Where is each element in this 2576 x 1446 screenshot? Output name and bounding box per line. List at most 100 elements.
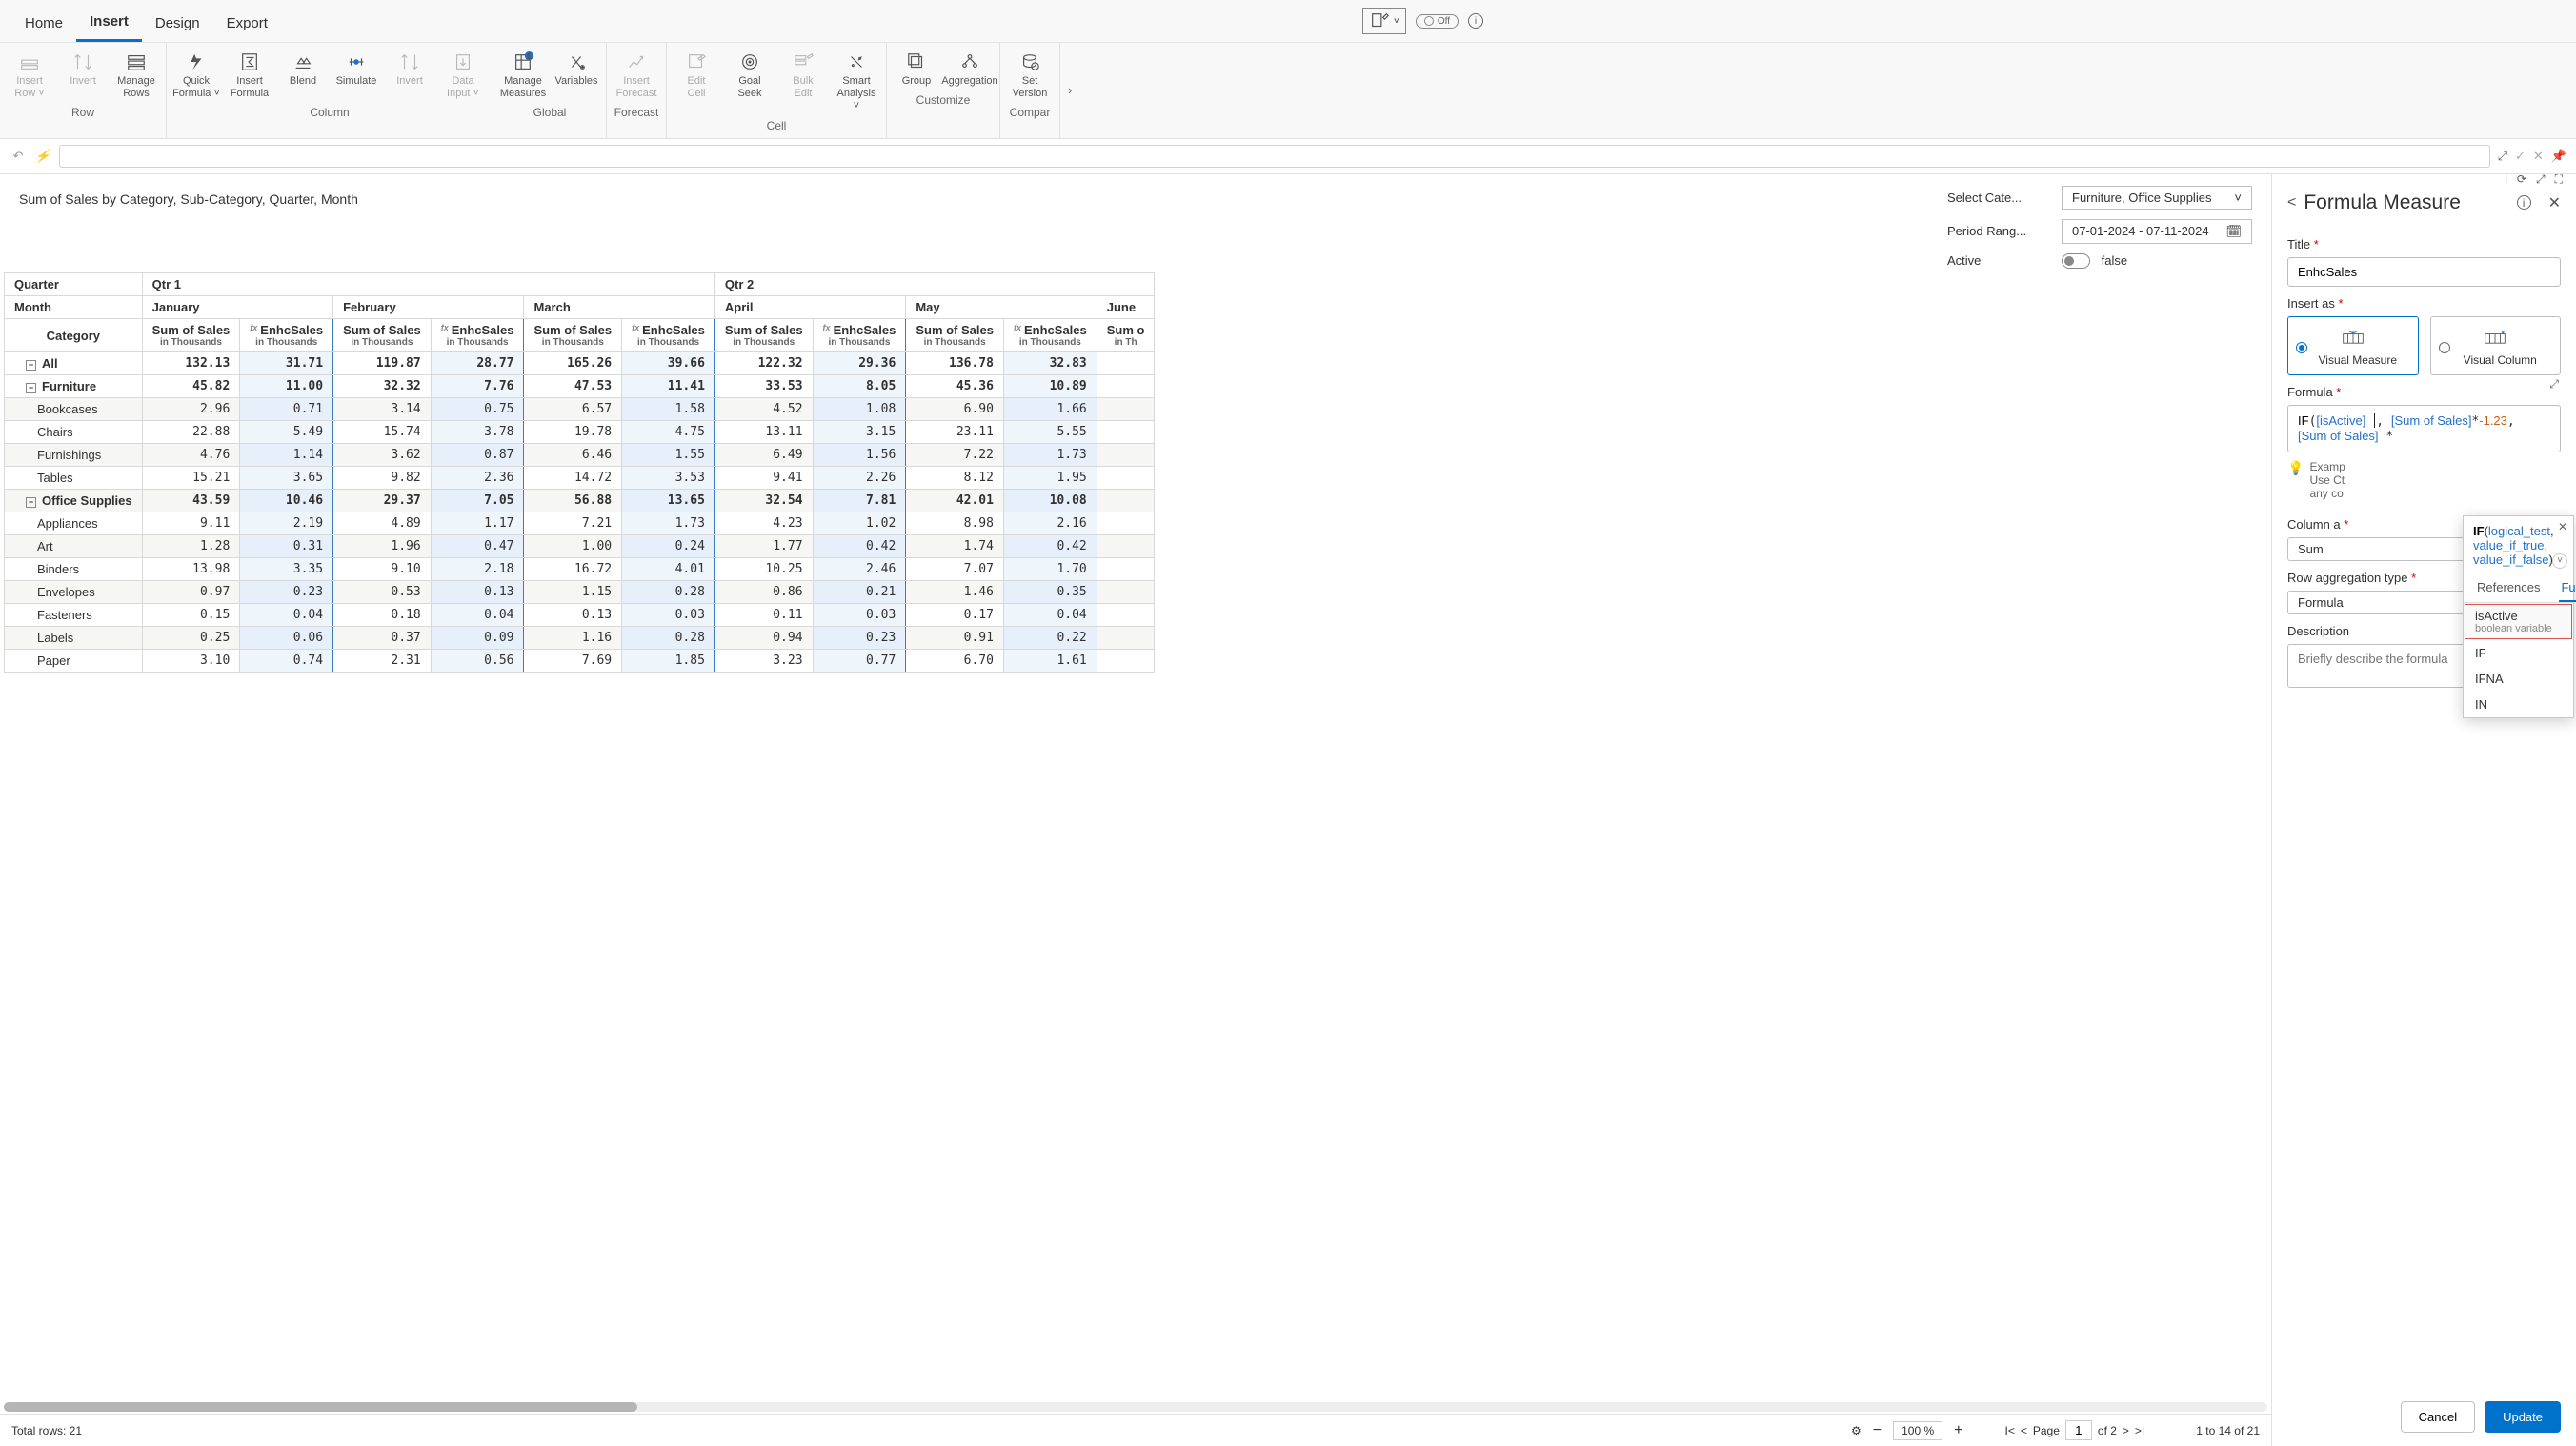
panel-close-icon[interactable]: ✕ — [2548, 193, 2561, 212]
table-row[interactable]: −All132.1331.71119.8728.77165.2639.66122… — [5, 352, 1155, 375]
title-input[interactable] — [2287, 257, 2561, 287]
ac-item-ifna[interactable]: IFNA — [2464, 666, 2573, 692]
filter-active-label: Active — [1947, 253, 2043, 268]
formula-cursor — [2374, 413, 2375, 428]
visual-measure-radio — [2296, 342, 2307, 353]
sig-p3: value_if_false — [2473, 552, 2549, 567]
filter-category-value: Furniture, Office Supplies — [2072, 191, 2211, 205]
ribbon-manage-measures[interactable]: 1ManageMeasures — [497, 49, 549, 102]
ribbon-aggregation[interactable]: Aggregation — [944, 49, 996, 90]
filter-range-picker[interactable]: 07-01-2024 - 07-11-2024 🗓 — [2062, 219, 2252, 244]
table-row[interactable]: Fasteners0.150.040.180.040.130.030.110.0… — [5, 604, 1155, 627]
edit-mode-dropdown[interactable]: ˅ — [1362, 8, 1406, 34]
table-row[interactable]: Furnishings4.761.143.620.876.461.556.491… — [5, 444, 1155, 467]
ribbon-blend[interactable]: Blend — [277, 49, 329, 102]
table-row[interactable]: Art1.280.311.960.471.000.241.770.421.740… — [5, 535, 1155, 558]
table-row[interactable]: Chairs22.885.4915.743.7819.784.7513.113.… — [5, 421, 1155, 444]
formula-expand-icon[interactable]: ⤢ — [2547, 375, 2561, 393]
table-row[interactable]: Envelopes0.970.230.530.131.150.280.860.2… — [5, 581, 1155, 604]
ac-list: isActiveboolean variableIFIFNAIN — [2464, 603, 2573, 717]
panel-back-icon[interactable]: < — [2287, 194, 2296, 211]
panel-maximize-icon[interactable]: ⛶ — [2555, 174, 2563, 187]
page-input[interactable] — [2065, 1420, 2092, 1440]
pin-icon[interactable]: 📌 — [2551, 149, 2566, 164]
filter-range-label: Period Rang... — [1947, 224, 2043, 238]
table-row[interactable]: −Office Supplies43.5910.4629.377.0556.88… — [5, 490, 1155, 512]
formula-bar-input[interactable] — [59, 145, 2490, 168]
panel-refresh-icon[interactable]: ⟳ — [2517, 174, 2526, 187]
status-bar: Total rows: 21 ⚙ − 100 % + I< < Page of … — [0, 1414, 2271, 1446]
panel-title-info-icon[interactable]: i — [2517, 195, 2531, 210]
first-page-icon[interactable]: I< — [2005, 1424, 2015, 1437]
update-button[interactable]: Update — [2485, 1401, 2561, 1433]
table-row[interactable]: Binders13.983.359.102.1816.724.0110.252.… — [5, 558, 1155, 581]
off-pill[interactable]: Off — [1416, 14, 1459, 29]
table-row[interactable]: Labels0.250.060.370.091.160.280.940.230.… — [5, 627, 1155, 650]
ribbon-bulk-edit: BulkEdit — [777, 49, 829, 115]
visual-measure-option[interactable]: Visual Measure — [2287, 316, 2419, 375]
filter-category-dropdown[interactable]: Furniture, Office Supplies ˅ — [2062, 186, 2252, 210]
hint1: Examp — [2309, 460, 2345, 473]
ribbon-smart[interactable]: SmartAnalysis ˅ — [831, 49, 882, 115]
ribbon-set-version[interactable]: SetVersion — [1004, 49, 1056, 102]
ribbon-insert-formula[interactable]: InsertFormula — [224, 49, 275, 102]
last-page-icon[interactable]: >I — [2135, 1424, 2144, 1437]
ribbon-quick-formula[interactable]: QuickFormula ˅ — [171, 49, 222, 102]
ribbon-manage-rows[interactable]: ManageRows — [111, 49, 162, 102]
settings-icon[interactable]: ⚙ — [1851, 1424, 1862, 1437]
table-row[interactable]: Bookcases2.960.713.140.756.571.584.521.0… — [5, 398, 1155, 421]
ribbon-group[interactable]: Group — [891, 49, 942, 90]
ac-item-in[interactable]: IN — [2464, 692, 2573, 717]
tab-export[interactable]: Export — [213, 8, 281, 41]
active-toggle[interactable] — [2062, 253, 2090, 269]
zoom-level[interactable]: 100 % — [1893, 1421, 1942, 1440]
prev-page-icon[interactable]: < — [2021, 1424, 2027, 1437]
undo-icon[interactable]: ↶ — [10, 149, 27, 164]
panel-info-icon[interactable]: i — [2505, 174, 2507, 187]
ac-close-icon[interactable]: ✕ — [2558, 520, 2567, 533]
table-row[interactable]: Paper3.100.742.310.567.691.853.230.776.7… — [5, 650, 1155, 673]
data-grid[interactable]: QuarterQtr 1Qtr 2MonthJanuaryFebruaryMar… — [4, 272, 1155, 673]
autocomplete-popup: ✕ IF(logical_test, value_if_true,value_i… — [2463, 515, 2574, 718]
formula-input[interactable]: IF([isActive] , [Sum of Sales]*-1.23, [S… — [2287, 405, 2561, 452]
zoom-out[interactable]: − — [1873, 1422, 1882, 1439]
ac-item-isactive[interactable]: isActiveboolean variable — [2464, 603, 2573, 640]
page-label: Page — [2033, 1424, 2060, 1437]
confirm-icon[interactable]: ✓ — [2515, 149, 2526, 164]
ribbon-simulate[interactable]: Simulate — [331, 49, 382, 102]
ac-item-if[interactable]: IF — [2464, 640, 2573, 666]
tab-design[interactable]: Design — [142, 8, 213, 41]
visual-column-option[interactable]: Visual Column — [2430, 316, 2562, 375]
info-icon[interactable]: i — [1468, 13, 1483, 29]
horizontal-scrollbar[interactable] — [4, 1402, 2267, 1412]
hint3: any co — [2309, 487, 2343, 500]
expand-icon[interactable]: ⤢ — [2498, 149, 2507, 164]
table-row[interactable]: −Furniture45.8211.0032.327.7647.5311.413… — [5, 375, 1155, 398]
svg-text:1: 1 — [527, 51, 531, 60]
tab-insert[interactable]: Insert — [76, 6, 142, 42]
ac-tab-references[interactable]: References — [2475, 572, 2542, 602]
ribbon-scroll-right[interactable]: › — [1060, 43, 1079, 138]
ribbon-invert: Invert — [384, 49, 435, 102]
title-label: Title — [2287, 237, 2561, 251]
row-range: 1 to 14 of 21 — [2196, 1424, 2260, 1437]
formula-hint: 💡 Examp Use Ct any co — [2287, 460, 2561, 500]
panel-resize-icon[interactable]: ⤢ — [2536, 174, 2546, 187]
cancel-icon[interactable]: ✕ — [2533, 149, 2544, 164]
ribbon-tabs: Home Insert Design Export ˅ Off i — [0, 0, 2576, 43]
signature-help: ✕ IF(logical_test, value_if_true,value_i… — [2464, 516, 2573, 572]
table-row[interactable]: Tables15.213.659.822.3614.723.539.412.26… — [5, 467, 1155, 490]
bolt-icon[interactable]: ⚡ — [34, 149, 51, 164]
zoom-in[interactable]: + — [1954, 1422, 1962, 1439]
row-agg-value: Formula — [2298, 595, 2344, 610]
cancel-button[interactable]: Cancel — [2401, 1401, 2475, 1433]
ribbon-goal-seek[interactable]: GoalSeek — [724, 49, 775, 115]
formula-ref1: [isActive] — [2316, 413, 2365, 428]
tab-home[interactable]: Home — [11, 8, 76, 41]
next-page-icon[interactable]: > — [2123, 1424, 2129, 1437]
ac-tab-functions[interactable]: Functions — [2559, 572, 2576, 602]
ribbon-variables[interactable]: Variables — [551, 49, 602, 102]
ac-expand-icon[interactable]: ˅ — [2552, 553, 2567, 569]
total-rows: Total rows: 21 — [11, 1424, 82, 1437]
table-row[interactable]: Appliances9.112.194.891.177.211.734.231.… — [5, 512, 1155, 535]
